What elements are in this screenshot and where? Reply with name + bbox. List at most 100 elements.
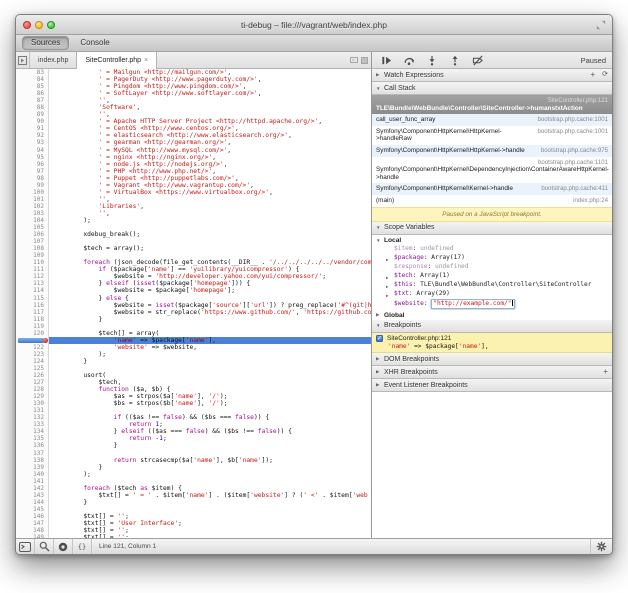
- line-number[interactable]: 87: [16, 97, 48, 104]
- code-line[interactable]: [49, 407, 371, 414]
- code-line[interactable]: }: [49, 464, 371, 471]
- line-number[interactable]: 113: [16, 280, 48, 287]
- code-line[interactable]: $txt[] = 'User Interface';: [49, 520, 371, 527]
- breakpoint-entry[interactable]: ✓SiteController.php:121'name' => $packag…: [372, 333, 612, 354]
- line-number[interactable]: 120: [16, 330, 48, 337]
- line-number[interactable]: 118: [16, 316, 48, 323]
- line-number[interactable]: 130: [16, 400, 48, 407]
- code-line[interactable]: );: [49, 217, 371, 224]
- line-number[interactable]: 122: [16, 344, 48, 351]
- code-line[interactable]: 'Libraries',: [49, 203, 371, 210]
- code-line[interactable]: $txt[] = ' = ' . $item['name'] . ($item[…: [49, 492, 371, 499]
- settings-gear-icon[interactable]: [590, 539, 612, 554]
- refresh-watch-icon[interactable]: ⟳: [602, 71, 608, 79]
- scope-group-local[interactable]: ▼Local: [372, 235, 612, 245]
- code-line[interactable]: $tech,: [49, 379, 371, 386]
- code-line[interactable]: [49, 478, 371, 485]
- line-number[interactable]: 94: [16, 147, 48, 154]
- watch-expressions-header[interactable]: ▶ Watch Expressions + ⟳: [372, 69, 612, 82]
- line-number[interactable]: 147: [16, 520, 48, 527]
- line-number[interactable]: 137: [16, 450, 48, 457]
- line-number[interactable]: 112: [16, 273, 48, 280]
- line-number[interactable]: 95: [16, 154, 48, 161]
- line-number[interactable]: 109: [16, 252, 48, 259]
- step-out-button[interactable]: [449, 54, 461, 66]
- call-stack-frame[interactable]: index.php:24(main): [372, 195, 612, 207]
- line-number[interactable]: 83: [16, 69, 48, 76]
- line-number[interactable]: 125: [16, 365, 48, 372]
- code-line[interactable]: );: [49, 471, 371, 478]
- line-number[interactable]: 98: [16, 175, 48, 182]
- line-number[interactable]: 145: [16, 506, 48, 513]
- line-number[interactable]: 105: [16, 224, 48, 231]
- line-number[interactable]: 88: [16, 104, 48, 111]
- code-line[interactable]: $tech[] = array(: [49, 330, 371, 337]
- line-number[interactable]: 143: [16, 492, 48, 499]
- line-number[interactable]: 86: [16, 90, 48, 97]
- line-number[interactable]: 128: [16, 386, 48, 393]
- line-number[interactable]: 140: [16, 471, 48, 478]
- inspect-element-icon[interactable]: [35, 539, 54, 554]
- line-number[interactable]: 116: [16, 302, 48, 309]
- scope-variables-header[interactable]: ▼ Scope Variables: [372, 222, 612, 235]
- line-number[interactable]: 144: [16, 499, 48, 506]
- chevron-right-icon[interactable]: ▶: [386, 274, 389, 281]
- code-line[interactable]: ' = MySQL <http://www.mysql.com/>',: [49, 147, 371, 154]
- line-number[interactable]: 133: [16, 421, 48, 428]
- chevron-right-icon[interactable]: ▶: [386, 283, 389, 290]
- code-line[interactable]: [49, 323, 371, 330]
- code-line[interactable]: if (($as !== false) && ($bs === false)) …: [49, 414, 371, 421]
- line-number[interactable]: 124: [16, 358, 48, 365]
- emulation-icon[interactable]: [54, 539, 73, 554]
- line-number[interactable]: 103: [16, 210, 48, 217]
- toggle-console-drawer-button[interactable]: [16, 539, 35, 554]
- step-over-button[interactable]: [403, 54, 415, 66]
- chevron-right-icon[interactable]: ▶: [386, 256, 389, 263]
- code-line[interactable]: $txt[] = '';: [49, 527, 371, 534]
- line-number[interactable]: 92: [16, 132, 48, 139]
- line-number[interactable]: 97: [16, 168, 48, 175]
- line-number[interactable]: 89: [16, 111, 48, 118]
- line-number[interactable]: 102: [16, 203, 48, 210]
- line-number[interactable]: 123: [16, 351, 48, 358]
- code-line[interactable]: if ($package['name'] == 'yuilibrary/yuic…: [49, 266, 371, 273]
- code-line[interactable]: ' = Pingdom <http://www.pingdom.com/>',: [49, 83, 371, 90]
- line-number[interactable]: 101: [16, 196, 48, 203]
- code-line[interactable]: $website = isset($package['source']['url…: [49, 302, 371, 309]
- line-number[interactable]: 90: [16, 118, 48, 125]
- code-line[interactable]: }: [49, 316, 371, 323]
- line-number[interactable]: 138: [16, 457, 48, 464]
- file-tab-indexphp[interactable]: index.php: [30, 52, 76, 68]
- code-line[interactable]: ' = PagerDuty <http://www.pagerduty.com/…: [49, 76, 371, 83]
- line-number[interactable]: 141: [16, 478, 48, 485]
- line-number[interactable]: 104: [16, 217, 48, 224]
- add-watch-icon[interactable]: +: [590, 71, 595, 79]
- scope-variable[interactable]: $response: undefined: [372, 263, 612, 272]
- line-number[interactable]: 136: [16, 442, 48, 449]
- code-line[interactable]: $website = $package['homepage'];: [49, 287, 371, 294]
- code-editor[interactable]: 8384858687888990919293949596979899100101…: [16, 69, 372, 538]
- code-line[interactable]: function ($a, $b) {: [49, 386, 371, 393]
- line-number[interactable]: 129: [16, 393, 48, 400]
- line-number[interactable]: 110: [16, 259, 48, 266]
- code-line[interactable]: [49, 365, 371, 372]
- editor-gutter[interactable]: 8384858687888990919293949596979899100101…: [16, 69, 49, 538]
- code-line[interactable]: 'name' => $package['name'],: [49, 337, 371, 344]
- code-line[interactable]: ' = nginx <http://nginx.org/>',: [49, 154, 371, 161]
- code-line[interactable]: ' = SoftLayer <http://www.softlayer.com/…: [49, 90, 371, 97]
- code-line[interactable]: ' = Mailgun <http://mailgun.com/>',: [49, 69, 371, 76]
- line-number[interactable]: 85: [16, 83, 48, 90]
- call-stack-frame[interactable]: bootstrap.php.cache:975Symfony\Component…: [372, 145, 612, 157]
- code-line[interactable]: '',: [49, 97, 371, 104]
- line-number[interactable]: 131: [16, 407, 48, 414]
- code-line[interactable]: '',: [49, 196, 371, 203]
- chevron-right-icon[interactable]: ▶: [386, 292, 389, 299]
- code-line[interactable]: ' = CentOS <http://www.centos.org/>',: [49, 125, 371, 132]
- code-line[interactable]: $website = str_replace('https://www.gith…: [49, 309, 371, 316]
- code-line[interactable]: foreach (json_decode(file_get_contents(_…: [49, 259, 371, 266]
- titlebar[interactable]: ti-debug – file:///vagrant/web/index.php: [16, 15, 612, 35]
- call-stack-frame[interactable]: bootstrap.php.cache:1001Symfony\Componen…: [372, 126, 612, 145]
- line-number[interactable]: 126: [16, 372, 48, 379]
- add-xhr-breakpoint-icon[interactable]: +: [603, 368, 608, 376]
- line-number[interactable]: 119: [16, 323, 48, 330]
